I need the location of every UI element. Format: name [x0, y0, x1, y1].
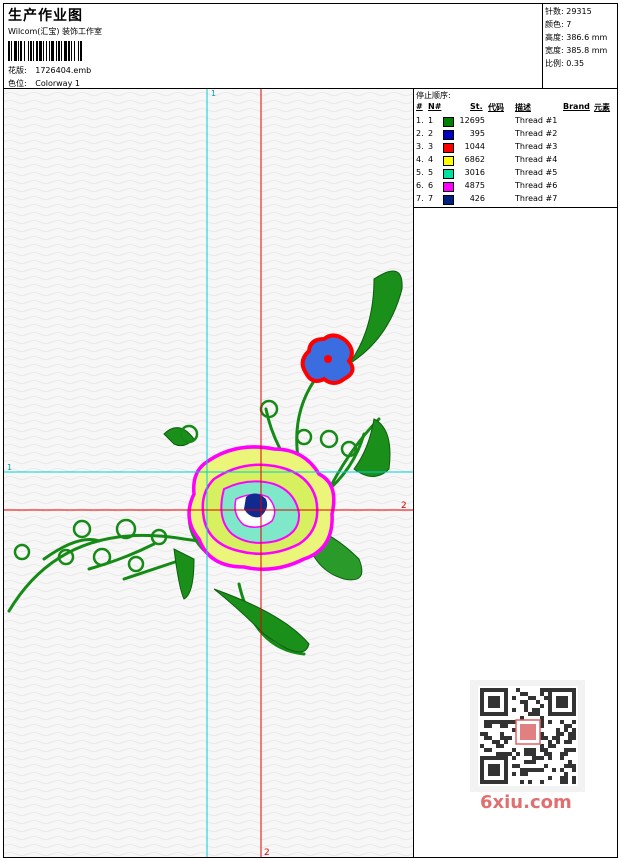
col-brand: Brand	[563, 102, 590, 111]
thread-row: 2. 2 395 Thread #2	[414, 129, 618, 142]
thread-stitches: 395	[469, 129, 485, 138]
thread-number: 2	[428, 129, 434, 138]
thread-row: 4. 4 6862 Thread #4	[414, 155, 618, 168]
thread-row: 3. 3 1044 Thread #3	[414, 142, 618, 155]
thread-number: 7	[428, 194, 434, 203]
stat-label: 针数:	[545, 7, 564, 16]
thread-description: Thread #7	[515, 194, 558, 203]
thread-index: 6.	[416, 181, 424, 190]
thread-index: 2.	[416, 129, 424, 138]
header: 生产作业图 Wilcom(汇宝) 装饰工作室 花版: 1726404.emb 色…	[4, 4, 542, 88]
thread-description: Thread #4	[515, 155, 558, 164]
stat-label: 比例:	[545, 59, 564, 68]
cyan-guide-label-left: 1	[7, 463, 12, 472]
stat-colors: 颜色: 7	[545, 19, 571, 30]
thread-stitches: 4875	[464, 181, 485, 190]
thread-index: 1.	[416, 116, 424, 125]
thread-stitches: 6862	[464, 155, 485, 164]
thread-index: 7.	[416, 194, 424, 203]
col-no: N#	[428, 102, 442, 111]
stat-stitches: 针数: 29315	[545, 6, 592, 17]
thread-number: 3	[428, 142, 434, 151]
thread-row: 7. 7 426 Thread #7	[414, 194, 618, 207]
thread-stitches: 1044	[464, 142, 485, 151]
thread-list: 停止顺序: # N# St. 代码 描述 Brand 元素 1. 1 12695 Th…	[414, 89, 618, 208]
colorway-label: 色位:	[8, 79, 27, 88]
thread-stitches: 12695	[459, 116, 485, 125]
stat-height: 高度: 386.6 mm	[545, 32, 607, 43]
col-hash: #	[416, 102, 423, 111]
embroidery-canvas: 1 1 2 2	[4, 89, 414, 857]
design-info: 花版: 1726404.emb	[8, 65, 91, 76]
red-guide-label-right: 2	[401, 501, 407, 511]
embroidery-design: 1 1 2 2	[4, 89, 413, 857]
qr-code-image: 6xiu.com	[470, 680, 585, 813]
thread-color-swatch	[443, 195, 454, 205]
col-element: 元素	[594, 103, 610, 112]
watermark-text: 6xiu.com	[480, 792, 572, 813]
colorway-value: Colorway 1	[35, 79, 80, 88]
thread-description: Thread #3	[515, 142, 558, 151]
company-name: Wilcom(汇宝) 装饰工作室	[8, 27, 103, 36]
stat-value: 386.6 mm	[566, 33, 608, 42]
thread-description: Thread #6	[515, 181, 558, 190]
stat-value: 0.35	[566, 59, 585, 68]
page-title: 生产作业图	[8, 8, 83, 24]
stat-value: 29315	[566, 7, 592, 16]
thread-row: 1. 1 12695 Thread #1	[414, 116, 618, 129]
thread-index: 3.	[416, 142, 424, 151]
stat-scale: 比例: 0.35	[545, 58, 584, 69]
thread-stitches: 426	[469, 194, 485, 203]
thread-number: 1	[428, 116, 434, 125]
red-guide-label-bottom: 2	[264, 848, 270, 857]
thread-color-swatch	[443, 156, 454, 166]
col-desc: 描述	[515, 103, 531, 112]
thread-index: 4.	[416, 155, 424, 164]
stats-panel: 针数: 29315 颜色: 7 高度: 386.6 mm 宽度: 385.8 m…	[542, 4, 619, 88]
thread-color-swatch	[443, 143, 454, 153]
design-value: 1726404.emb	[35, 66, 92, 75]
thread-number: 5	[428, 168, 434, 177]
stat-value: 385.8 mm	[566, 46, 608, 55]
thread-row: 5. 5 3016 Thread #5	[414, 168, 618, 181]
thread-number: 4	[428, 155, 434, 164]
thread-description: Thread #1	[515, 116, 558, 125]
watermark: 6xiu.com	[470, 680, 585, 815]
thread-color-swatch	[443, 169, 454, 179]
thread-color-swatch	[443, 130, 454, 140]
col-st: St.	[470, 102, 483, 111]
stat-value: 7	[566, 20, 572, 29]
thread-row: 6. 6 4875 Thread #6	[414, 181, 618, 194]
design-label: 花版:	[8, 66, 27, 75]
cyan-guide-label-top: 1	[211, 89, 216, 98]
stop-sequence-title: 停止顺序:	[416, 91, 451, 100]
thread-number: 6	[428, 181, 434, 190]
thread-description: Thread #2	[515, 129, 558, 138]
stat-label: 宽度:	[545, 46, 564, 55]
col-code: 代码	[488, 103, 504, 112]
thread-color-swatch	[443, 117, 454, 127]
thread-stitches: 3016	[464, 168, 485, 177]
stat-label: 颜色:	[545, 20, 564, 29]
barcode	[8, 41, 82, 61]
stat-width: 宽度: 385.8 mm	[545, 45, 607, 56]
thread-index: 5.	[416, 168, 424, 177]
small-red-flower	[300, 333, 355, 385]
thread-description: Thread #5	[515, 168, 558, 177]
thread-color-swatch	[443, 182, 454, 192]
stat-label: 高度:	[545, 33, 564, 42]
